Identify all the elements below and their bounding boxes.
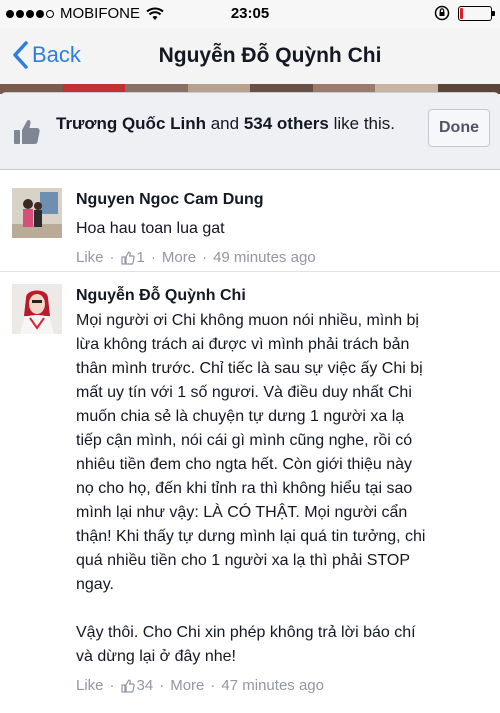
- avatar-photo-icon: [12, 188, 62, 238]
- comment-author[interactable]: Nguyễn Đỗ Quỳnh Chi: [76, 285, 484, 307]
- separator: ·: [202, 249, 208, 266]
- comment-item: Nguyễn Đỗ Quỳnh Chi Mọi người ơi Chi khô…: [0, 282, 500, 702]
- comment-like-count[interactable]: 34: [137, 675, 154, 697]
- thumbs-up-outline-icon: [120, 251, 135, 265]
- likes-text: Trương Quốc Linh and 534 others like thi…: [56, 113, 406, 135]
- avatar-photo-icon: [12, 284, 62, 334]
- navigation-bar: Back Nguyễn Đỗ Quỳnh Chi: [0, 28, 500, 86]
- battery-level: [460, 7, 463, 19]
- like-link[interactable]: Like: [76, 675, 104, 697]
- comment-like-count[interactable]: 1: [137, 247, 145, 269]
- likes-connector: and: [206, 114, 244, 133]
- likes-suffix: like this.: [328, 114, 395, 133]
- like-link[interactable]: Like: [76, 247, 104, 269]
- orientation-lock-icon: [434, 5, 450, 21]
- liker-name[interactable]: Trương Quốc Linh: [56, 114, 206, 133]
- comment-text: Hoa hau toan lua gat: [76, 220, 225, 237]
- comment-author[interactable]: Nguyen Ngoc Cam Dung: [76, 189, 484, 211]
- likes-others-count[interactable]: 534 others: [244, 114, 329, 133]
- comment-timestamp: 49 minutes ago: [213, 249, 316, 266]
- comment-item: Nguyen Ngoc Cam Dung Hoa hau toan lua ga…: [0, 184, 500, 266]
- separator: ·: [109, 249, 115, 266]
- separator: ·: [210, 677, 216, 694]
- avatar[interactable]: [12, 188, 62, 238]
- status-indicators: [434, 5, 495, 21]
- clock: 23:05: [230, 5, 270, 22]
- more-link[interactable]: More: [170, 675, 204, 697]
- page-title: Nguyễn Đỗ Quỳnh Chi: [158, 44, 382, 67]
- separator: ·: [150, 249, 156, 266]
- battery-icon: [458, 5, 495, 21]
- divider: [0, 271, 500, 272]
- status-bar: MOBIFONE 23:05: [0, 0, 500, 28]
- thumbs-up-outline-icon: [120, 679, 135, 693]
- likes-summary-panel: Trương Quốc Linh and 534 others like thi…: [0, 92, 500, 170]
- more-link[interactable]: More: [162, 247, 196, 269]
- comment-actions: Like · 1 · More · 49 minutes ago: [76, 247, 484, 269]
- done-button[interactable]: Done: [428, 109, 490, 147]
- separator: ·: [109, 677, 115, 694]
- thumbs-up-icon: [14, 119, 40, 144]
- comment-text: Mọi người ơi Chi không muon nói nhiều, m…: [76, 312, 426, 665]
- separator: ·: [159, 677, 165, 694]
- avatar[interactable]: [12, 284, 62, 334]
- comment-actions: Like · 34 · More · 47 minutes ago: [76, 675, 484, 697]
- comment-timestamp: 47 minutes ago: [221, 677, 324, 694]
